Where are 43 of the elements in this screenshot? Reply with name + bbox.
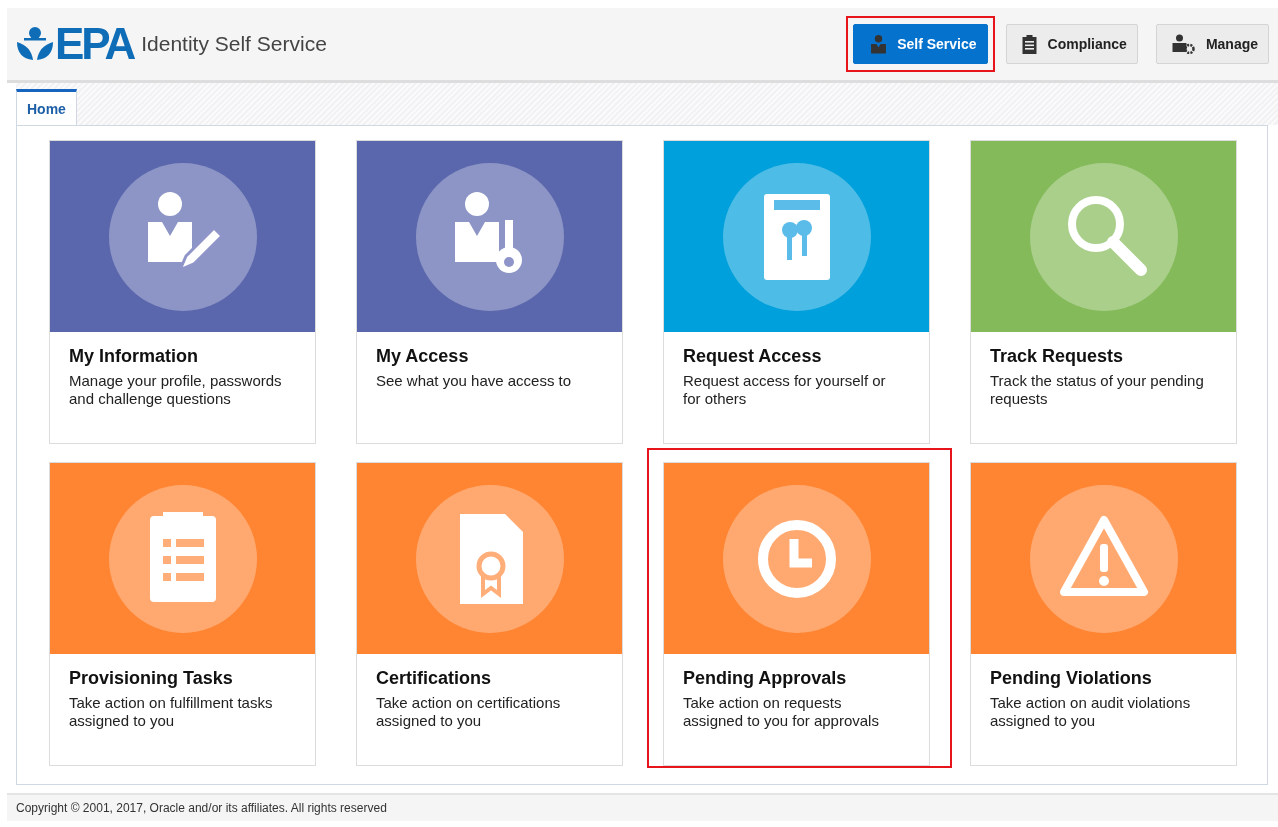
person-gear-icon [1170,34,1196,54]
person-edit-icon [107,161,258,312]
certificate-icon [414,483,565,634]
tile-description: See what you have access to [376,372,573,390]
tile-description: Take action on requests assigned to you for approvals [683,694,880,730]
nav-button[interactable]: Self Service [853,24,988,64]
tile-card[interactable]: My Information Manage your profile, passwords and challenge questions [49,140,316,444]
tile-description: Track the status of your pending requests [990,372,1205,408]
tile-card[interactable]: My Access See what you have access to [356,140,623,444]
tile-description: Take action on audit violations assigned to you [990,694,1192,730]
clock-icon [721,483,872,634]
search-icon [1028,161,1179,312]
tile-title: Provisioning Tasks [69,668,234,689]
nav-button[interactable]: Manage [1155,24,1269,64]
copyright-text: Copyright © 2001, 2017, Oracle and/or its affiliates. All rights reserved [16,801,387,815]
tile-title: Certifications [376,668,493,689]
tile-title: Pending Approvals [683,668,848,689]
logo-wordmark: EPA [55,22,134,66]
tile-title: My Information [69,346,199,367]
tile-card[interactable]: Pending Approvals Take action on requests assigned to you for approvals [663,462,930,766]
key-document-icon [721,161,872,312]
warning-icon [1028,483,1179,634]
tile-description: Take action on fulfillment tasks assigned to you [69,694,274,730]
clipboard-icon [1020,34,1038,54]
tile-card[interactable]: Track Requests Track the status of your pending requests [970,140,1237,444]
epa-logo-icon [15,26,55,62]
tile-title: Track Requests [990,346,1125,367]
tile-title: Pending Violations [990,668,1153,689]
app-title: Identity Self Service [141,32,327,56]
nav-button[interactable]: Compliance [1005,24,1138,64]
tile-card[interactable]: Certifications Take action on certifications assigned to you [356,462,623,766]
tile-description: Take action on certifications assigned to you [376,694,562,730]
person-icon [870,34,888,54]
tile-card[interactable]: Pending Violations Take action on audit violations assigned to you [970,462,1237,766]
tile-title: My Access [376,346,470,367]
list-icon [107,483,258,634]
tile-description: Request access for yourself or for others [683,372,887,408]
tile-card[interactable]: Request Access Request access for yourself or for others [663,140,930,444]
tile-title: Request Access [683,346,823,367]
tile-card[interactable]: Provisioning Tasks Take action on fulfillment tasks assigned to you [49,462,316,766]
home-tab[interactable]: Home [16,89,77,125]
person-key-icon [414,161,565,312]
tile-description: Manage your profile, passwords and challenge questions [69,372,283,408]
